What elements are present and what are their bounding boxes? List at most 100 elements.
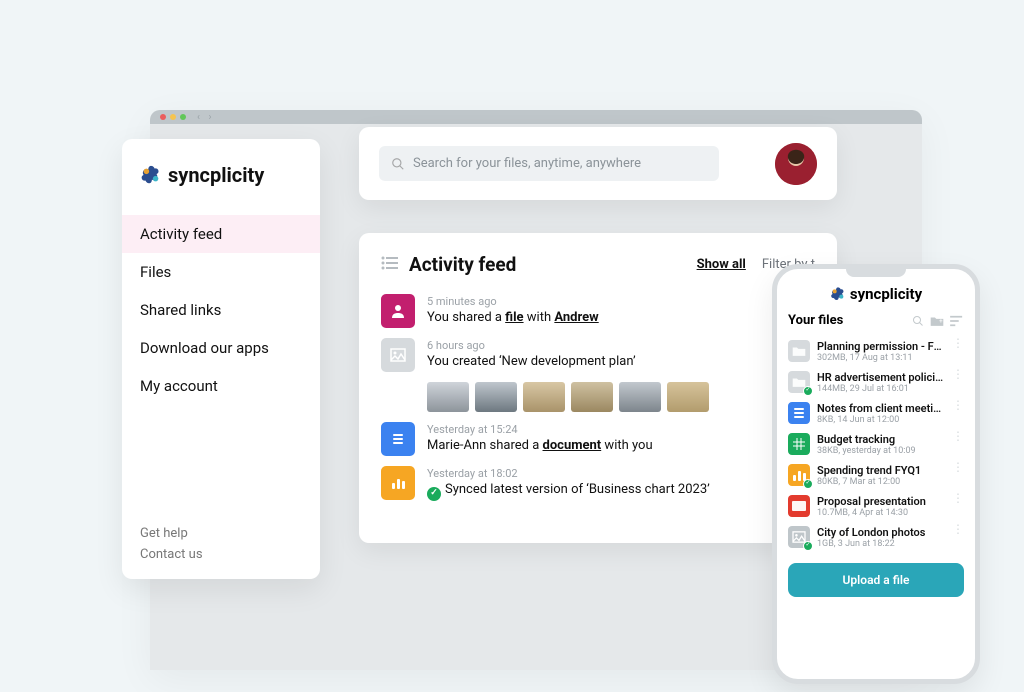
sidebar-nav: Activity feed Files Shared links Downloa… bbox=[122, 215, 320, 405]
file-row[interactable]: Spending trend FYQ1 80KB, 7 Mar at 12:00… bbox=[788, 460, 964, 491]
thumbnail[interactable] bbox=[475, 382, 517, 412]
file-name: Spending trend FYQ1 bbox=[817, 464, 945, 477]
search-placeholder: Search for your files, anytime, anywhere bbox=[413, 156, 641, 171]
svg-text:+: + bbox=[939, 317, 943, 325]
more-icon[interactable]: ⋮ bbox=[952, 340, 964, 346]
file-meta: 144MB, 29 Jul at 16:01 bbox=[817, 384, 945, 394]
sync-check-icon bbox=[803, 541, 813, 551]
feed-title: Activity feed bbox=[409, 253, 687, 276]
list-icon bbox=[381, 255, 399, 274]
file-type-icon bbox=[788, 464, 810, 486]
sidebar-item-shared-links[interactable]: Shared links bbox=[122, 291, 320, 329]
sync-check-icon bbox=[427, 487, 441, 501]
contact-us-link[interactable]: Contact us bbox=[140, 544, 302, 565]
user-link[interactable]: Andrew bbox=[554, 310, 598, 325]
new-folder-icon[interactable]: + bbox=[930, 315, 944, 327]
sort-icon[interactable] bbox=[950, 315, 964, 327]
sync-check-icon bbox=[803, 479, 813, 489]
search-icon bbox=[391, 157, 405, 171]
sidebar: syncplicity Activity feed Files Shared l… bbox=[122, 139, 320, 579]
search-input[interactable]: Search for your files, anytime, anywhere bbox=[379, 146, 719, 181]
search-icon[interactable] bbox=[912, 315, 924, 327]
thumbnail[interactable] bbox=[571, 382, 613, 412]
file-type-icon bbox=[788, 402, 810, 424]
logo-icon bbox=[830, 286, 846, 302]
activity-feed-card: Activity feed Show all Filter by t 5 min… bbox=[359, 233, 837, 543]
file-name: Proposal presentation bbox=[817, 495, 945, 508]
browser-titlebar: ‹ › bbox=[150, 110, 922, 124]
chart-icon bbox=[381, 466, 415, 500]
upload-file-button[interactable]: Upload a file bbox=[788, 563, 964, 597]
activity-row[interactable]: 5 minutes ago You shared a file with And… bbox=[381, 294, 815, 328]
thumbnail[interactable] bbox=[523, 382, 565, 412]
file-meta: 38KB, yesterday at 10:09 bbox=[817, 446, 945, 456]
sidebar-footer: Get help Contact us bbox=[122, 523, 320, 565]
file-type-icon bbox=[788, 340, 810, 362]
more-icon[interactable]: ⋮ bbox=[952, 433, 964, 439]
sync-check-icon bbox=[803, 386, 813, 396]
file-type-icon bbox=[788, 433, 810, 455]
activity-text: Marie-Ann shared a document with you bbox=[427, 437, 653, 455]
file-meta: 8KB, 14 Jun at 12:00 bbox=[817, 415, 945, 425]
thumbnail[interactable] bbox=[667, 382, 709, 412]
thumbnail[interactable] bbox=[427, 382, 469, 412]
file-name: Planning permission - FYQ2 bbox=[817, 340, 945, 353]
activity-time: Yesterday at 15:24 bbox=[427, 422, 653, 437]
activity-text: Synced latest version of ‘Business chart… bbox=[427, 481, 710, 499]
your-files-heading: Your files bbox=[788, 313, 843, 328]
sidebar-item-files[interactable]: Files bbox=[122, 253, 320, 291]
file-meta: 1GB, 3 Jun at 18:22 bbox=[817, 539, 945, 549]
thumbnail[interactable] bbox=[619, 382, 661, 412]
file-meta: 10.7MB, 4 Apr at 14:30 bbox=[817, 508, 945, 518]
document-link[interactable]: document bbox=[543, 438, 602, 453]
file-row[interactable]: Notes from client meeting 8KB, 14 Jun at… bbox=[788, 398, 964, 429]
more-icon[interactable]: ⋮ bbox=[952, 495, 964, 501]
file-type-icon bbox=[788, 371, 810, 393]
file-type-icon bbox=[788, 526, 810, 548]
avatar[interactable] bbox=[775, 143, 817, 185]
file-list: Planning permission - FYQ2 302MB, 17 Aug… bbox=[788, 336, 964, 553]
file-row[interactable]: HR advertisement policies 144MB, 29 Jul … bbox=[788, 367, 964, 398]
file-name: Budget tracking bbox=[817, 433, 945, 446]
more-icon[interactable]: ⋮ bbox=[952, 402, 964, 408]
get-help-link[interactable]: Get help bbox=[140, 523, 302, 544]
file-row[interactable]: Budget tracking 38KB, yesterday at 10:09… bbox=[788, 429, 964, 460]
file-row[interactable]: Planning permission - FYQ2 302MB, 17 Aug… bbox=[788, 336, 964, 367]
file-row[interactable]: Proposal presentation 10.7MB, 4 Apr at 1… bbox=[788, 491, 964, 522]
brand-logo[interactable]: syncplicity bbox=[122, 163, 320, 215]
file-name: City of London photos bbox=[817, 526, 945, 539]
file-meta: 302MB, 17 Aug at 13:11 bbox=[817, 353, 945, 363]
activity-time: 6 hours ago bbox=[427, 338, 636, 353]
sidebar-item-activity-feed[interactable]: Activity feed bbox=[122, 215, 320, 253]
image-icon bbox=[381, 338, 415, 372]
file-name: Notes from client meeting bbox=[817, 402, 945, 415]
activity-row[interactable]: Yesterday at 18:02 Synced latest version… bbox=[381, 466, 815, 500]
sidebar-item-download-apps[interactable]: Download our apps bbox=[122, 329, 320, 367]
activity-time: 5 minutes ago bbox=[427, 294, 599, 309]
phone-brand-logo: syncplicity bbox=[788, 285, 964, 303]
logo-icon bbox=[140, 164, 162, 186]
file-row[interactable]: City of London photos 1GB, 3 Jun at 18:2… bbox=[788, 522, 964, 553]
file-meta: 80KB, 7 Mar at 12:00 bbox=[817, 477, 945, 487]
file-type-icon bbox=[788, 495, 810, 517]
minimize-dot[interactable] bbox=[170, 114, 176, 120]
activity-row[interactable]: Yesterday at 15:24 Marie-Ann shared a do… bbox=[381, 422, 815, 456]
phone-mockup: syncplicity Your files + Planning permis… bbox=[772, 264, 980, 684]
file-link[interactable]: file bbox=[505, 310, 523, 325]
more-icon[interactable]: ⋮ bbox=[952, 464, 964, 470]
close-dot[interactable] bbox=[160, 114, 166, 120]
traffic-lights bbox=[160, 114, 186, 120]
activity-text: You created ‘New development plan’ bbox=[427, 353, 636, 371]
activity-text: You shared a file with Andrew bbox=[427, 309, 599, 327]
more-icon[interactable]: ⋮ bbox=[952, 526, 964, 532]
phone-notch bbox=[846, 269, 906, 277]
sidebar-item-my-account[interactable]: My account bbox=[122, 367, 320, 405]
activity-row[interactable]: 6 hours ago You created ‘New development… bbox=[381, 338, 815, 372]
activity-time: Yesterday at 18:02 bbox=[427, 466, 710, 481]
nav-arrows[interactable]: ‹ › bbox=[197, 112, 215, 123]
brand-name: syncplicity bbox=[168, 163, 264, 187]
brand-name: syncplicity bbox=[850, 285, 922, 303]
more-icon[interactable]: ⋮ bbox=[952, 371, 964, 377]
maximize-dot[interactable] bbox=[180, 114, 186, 120]
show-all-link[interactable]: Show all bbox=[697, 257, 746, 272]
